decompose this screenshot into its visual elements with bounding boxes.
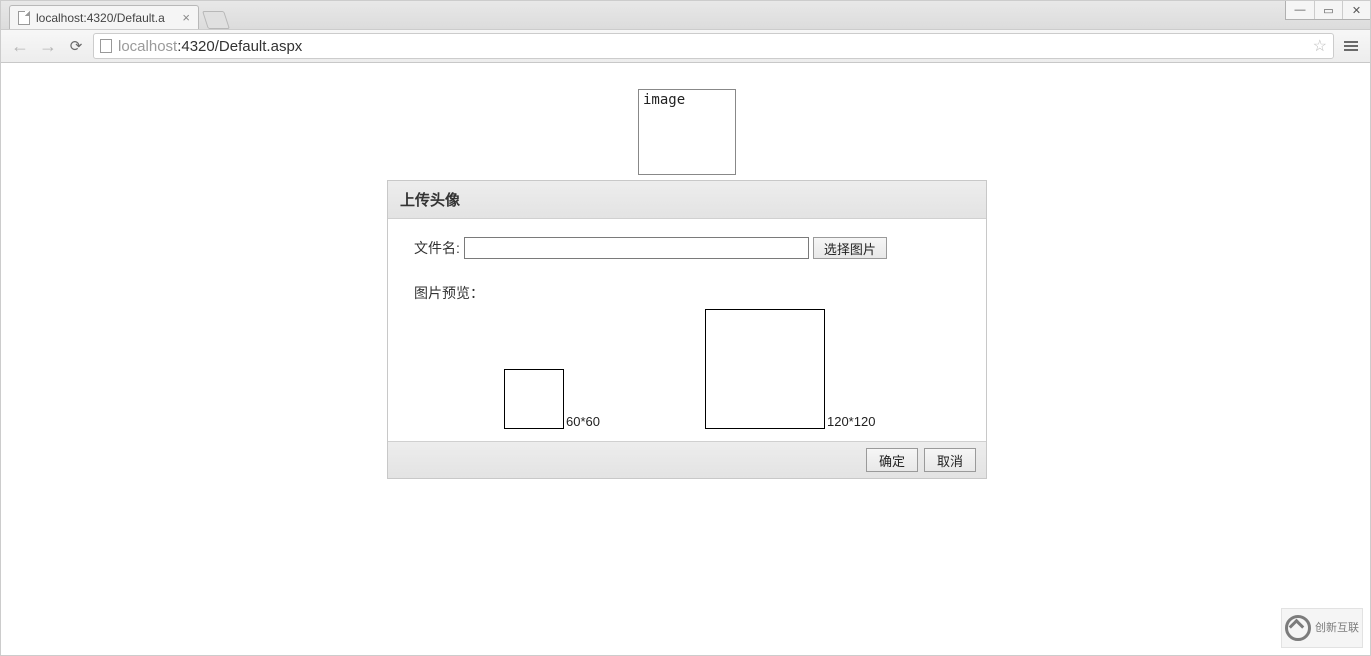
filename-input[interactable] <box>464 237 809 259</box>
maximize-button[interactable]: ▭ <box>1314 1 1342 19</box>
window-controls: — ▭ ✕ <box>1285 1 1370 20</box>
minimize-button[interactable]: — <box>1286 1 1314 19</box>
preview-box-120 <box>705 309 825 429</box>
forward-button[interactable]: → <box>37 35 59 57</box>
tab-title: localhost:4320/Default.a <box>36 11 176 25</box>
watermark-logo-icon <box>1285 615 1311 641</box>
address-bar: ← → ⟳ localhost:4320/Default.aspx ☆ <box>1 29 1370 63</box>
url-text: localhost:4320/Default.aspx <box>118 38 302 55</box>
preview-60: 60*60 <box>504 369 600 429</box>
page-icon <box>100 39 112 53</box>
size-label-60: 60*60 <box>566 414 600 429</box>
preview-row: 60*60 120*120 <box>414 309 960 429</box>
reload-button[interactable]: ⟳ <box>65 35 87 57</box>
bookmark-star-icon[interactable]: ☆ <box>1313 36 1327 56</box>
hamburger-icon <box>1344 45 1358 47</box>
close-window-button[interactable]: ✕ <box>1342 1 1370 19</box>
browser-window: — ▭ ✕ localhost:4320/Default.a × ← → ⟳ l… <box>0 0 1371 656</box>
file-row: 文件名: 选择图片 <box>414 237 960 259</box>
watermark: 创新互联 <box>1281 608 1363 648</box>
preview-label: 图片预览： <box>414 283 960 303</box>
upload-avatar-dialog: 上传头像 文件名: 选择图片 图片预览： 60*60 120*120 <box>387 180 987 479</box>
image-placeholder: image <box>638 89 736 175</box>
size-label-120: 120*120 <box>827 414 875 429</box>
dialog-title: 上传头像 <box>388 181 986 219</box>
url-input[interactable]: localhost:4320/Default.aspx ☆ <box>93 33 1334 59</box>
chrome-menu-button[interactable] <box>1340 35 1362 57</box>
tab-strip: localhost:4320/Default.a × <box>1 1 1370 29</box>
dialog-footer: 确定 取消 <box>388 441 986 478</box>
ok-button[interactable]: 确定 <box>866 448 918 472</box>
tab-close-icon[interactable]: × <box>182 10 190 25</box>
choose-image-button[interactable]: 选择图片 <box>813 237 887 259</box>
filename-label: 文件名: <box>414 238 460 258</box>
new-tab-button[interactable] <box>202 11 230 29</box>
back-button[interactable]: ← <box>9 35 31 57</box>
browser-tab[interactable]: localhost:4320/Default.a × <box>9 5 199 29</box>
cancel-button[interactable]: 取消 <box>924 448 976 472</box>
preview-120: 120*120 <box>705 309 875 429</box>
file-icon <box>18 11 30 25</box>
preview-box-60 <box>504 369 564 429</box>
dialog-body: 文件名: 选择图片 图片预览： 60*60 120*120 <box>388 219 986 441</box>
page-viewport: image 上传头像 文件名: 选择图片 图片预览： 60*60 <box>2 63 1369 654</box>
watermark-text: 创新互联 <box>1315 622 1359 634</box>
